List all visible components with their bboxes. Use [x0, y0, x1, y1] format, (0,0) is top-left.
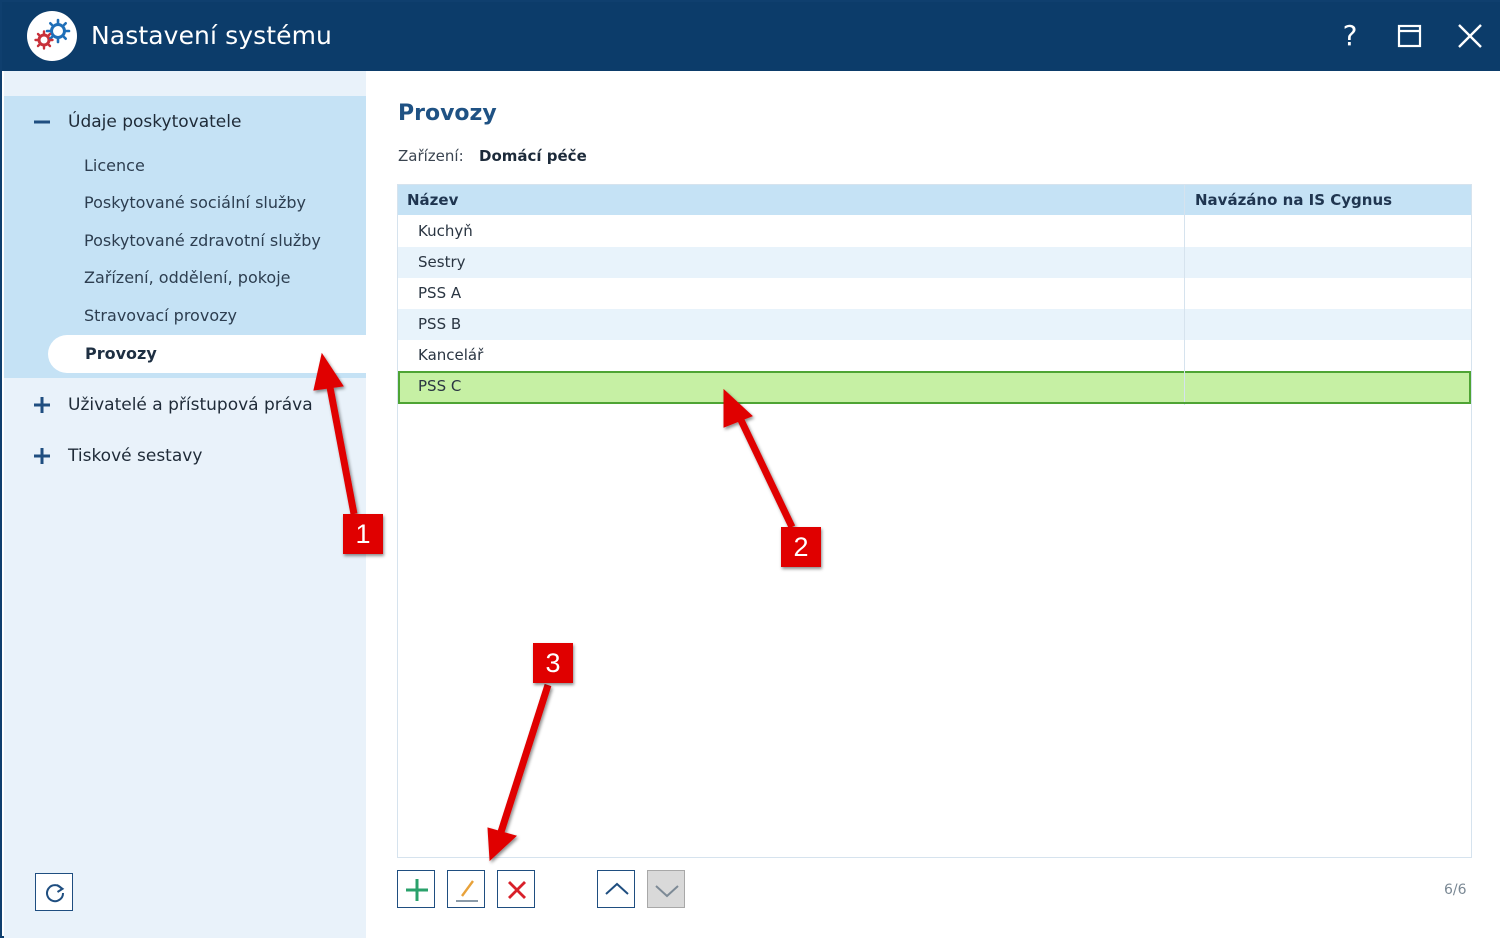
- table-header: Název Navázáno na IS Cygnus: [398, 185, 1471, 215]
- maximize-icon: [1397, 24, 1422, 48]
- sidebar-group-provider-data[interactable]: Údaje poskytovatele: [68, 111, 241, 133]
- table-row[interactable]: Sestry: [398, 247, 1471, 278]
- move-down-button[interactable]: [647, 870, 685, 908]
- edit-icon: [456, 880, 478, 902]
- close-button[interactable]: [1448, 14, 1492, 58]
- annotation-badge-2: 2: [781, 527, 821, 567]
- sidebar-item-health-services[interactable]: Poskytované zdravotní služby: [84, 230, 321, 252]
- table-cell-name: PSS A: [418, 284, 462, 302]
- move-down-icon: [655, 885, 679, 898]
- table-cell-linked: [1184, 216, 1471, 247]
- column-header-name[interactable]: Název: [407, 185, 458, 215]
- table-row[interactable]: Kancelář: [398, 340, 1471, 371]
- annotation-badge-1: 1: [343, 514, 383, 554]
- facility-label: Zařízení:: [398, 147, 464, 165]
- facility-value: Domácí péče: [479, 147, 587, 165]
- table-cell-linked: [1184, 247, 1471, 278]
- move-up-button[interactable]: [597, 870, 635, 908]
- sidebar-item-catering[interactable]: Stravovací provozy: [84, 305, 237, 327]
- page-title: Provozy: [398, 101, 497, 126]
- move-up-icon: [605, 882, 629, 895]
- table-cell-name: Kuchyň: [418, 222, 473, 240]
- window-title: Nastavení systému: [91, 21, 333, 50]
- table-cell-name: PSS C: [418, 377, 462, 395]
- sidebar-group-users[interactable]: Uživatelé a přístupová práva: [68, 394, 313, 416]
- expand-icon[interactable]: [31, 445, 53, 467]
- table-row[interactable]: PSS A: [398, 278, 1471, 309]
- sidebar-item-social-services[interactable]: Poskytované sociální služby: [84, 192, 306, 214]
- table-cell-linked: [1184, 340, 1471, 371]
- refresh-button[interactable]: [35, 873, 73, 911]
- table-row[interactable]: Kuchyň: [398, 216, 1471, 247]
- table-cell-name: Kancelář: [418, 346, 484, 364]
- annotation-badge-3: 3: [533, 643, 573, 683]
- settings-window: Nastavení systému ? Údaje poskytovatele …: [0, 0, 1500, 938]
- sidebar-group-reports[interactable]: Tiskové sestavy: [68, 445, 202, 467]
- column-header-linked[interactable]: Navázáno na IS Cygnus: [1195, 185, 1392, 215]
- operations-table: Název Navázáno na IS Cygnus Kuchyň Sestr…: [397, 184, 1472, 858]
- delete-icon: [508, 881, 526, 899]
- table-cell-name: PSS B: [418, 315, 462, 333]
- expand-icon[interactable]: [31, 394, 53, 416]
- sidebar: Údaje poskytovatele Licence Poskytované …: [4, 71, 366, 938]
- help-button[interactable]: ?: [1328, 14, 1372, 58]
- table-row-selected[interactable]: PSS C: [398, 371, 1471, 404]
- table-cell-linked: [1184, 309, 1471, 340]
- main-content: Provozy Zařízení: Domácí péče Název Navá…: [366, 71, 1500, 938]
- add-icon: [406, 879, 428, 901]
- table-row[interactable]: PSS B: [398, 309, 1471, 340]
- table-cell-name: Sestry: [418, 253, 466, 271]
- app-gear-icon: [27, 11, 77, 61]
- maximize-button[interactable]: [1388, 14, 1432, 58]
- table-cell-linked: [1184, 371, 1471, 402]
- close-icon: [1458, 24, 1482, 48]
- delete-button[interactable]: [497, 870, 535, 908]
- refresh-icon: [46, 884, 65, 903]
- sidebar-item-facilities[interactable]: Zařízení, oddělení, pokoje: [84, 267, 291, 289]
- help-icon: ?: [1342, 19, 1358, 52]
- table-cell-linked: [1184, 278, 1471, 309]
- sidebar-item-licence[interactable]: Licence: [84, 155, 145, 177]
- sidebar-item-operations[interactable]: Provozy: [48, 335, 366, 373]
- edit-button[interactable]: [447, 870, 485, 908]
- title-bar: Nastavení systému ?: [2, 2, 1500, 71]
- collapse-icon[interactable]: [31, 111, 53, 133]
- add-button[interactable]: [397, 870, 435, 908]
- pager-count: 6/6: [1444, 882, 1467, 898]
